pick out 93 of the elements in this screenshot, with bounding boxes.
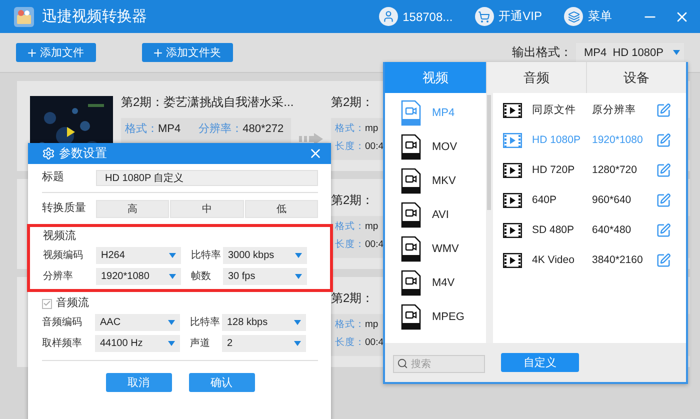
file-info: 长度：00:4 [335,239,384,251]
plus-icon [152,46,164,58]
quality-option[interactable]: 高 [96,200,170,218]
film-icon [503,102,522,118]
file-info: 长度：00:4 [335,337,384,349]
search-icon [397,358,408,368]
quality-option[interactable]: 低 [244,200,318,218]
plus-icon [26,46,38,58]
edit-icon[interactable] [656,162,671,178]
dropdown-arrow-icon [169,274,176,279]
title-field[interactable]: HD 1080P 自定义 [96,170,318,186]
dropdown-arrow-icon [294,320,301,325]
field-label: 帧数 [190,270,212,282]
dropdown-arrow-icon [168,320,175,325]
field-label: 分辨率 [43,270,74,282]
film-icon [503,132,522,148]
field-label: 声道 [189,338,211,350]
field-label: 取样频率 [42,338,83,350]
edit-icon[interactable] [656,252,671,268]
film-icon [503,162,522,178]
add-button[interactable]: 添加文件夹 [142,43,233,62]
video-file-icon [401,202,421,228]
add-button[interactable]: 添加文件 [16,43,96,62]
close-icon[interactable] [308,146,323,161]
video-file-icon [401,236,421,262]
edit-icon[interactable] [656,102,671,118]
file-info: 格式：MP4 [125,123,181,137]
dropdown-field[interactable]: H264 [96,247,181,264]
dialog-title: 参数设置 [59,145,108,162]
dropdown-arrow-icon [169,253,176,258]
edit-icon[interactable] [656,222,671,238]
file-info: 格式：mp [335,319,380,332]
dropdown-field[interactable]: 30 fps [223,268,307,285]
section-heading: 视频流 [43,230,76,244]
dropdown-arrow-icon [294,341,301,346]
app-logo-icon [14,6,34,26]
convert-arrow-icon [299,133,325,145]
video-file-icon [401,168,421,194]
file-info: 格式：mp [335,123,380,136]
field-label: 比特率 [189,316,221,328]
file-info: 格式：mp [335,221,380,234]
dropdown-arrow-icon [168,341,175,346]
output-title: 第2期： [331,290,374,306]
file-info: 分辨率：480*272 [198,123,284,137]
format-item[interactable]: M4V [385,266,486,300]
film-icon [503,192,522,208]
dropdown-field[interactable]: 1920*1080 [96,268,181,285]
output-format-label: 输出格式： [512,44,572,61]
preset-row[interactable]: 同原文件 原分辨率 [503,95,686,125]
preset-row[interactable]: SD 480P 640*480 [503,215,686,245]
video-file-icon [401,304,421,330]
user-icon [378,7,398,26]
format-item[interactable]: WMV [385,232,486,266]
video-file-icon [401,270,421,296]
film-icon [503,222,522,238]
format-item[interactable]: MOV [385,130,486,164]
file-info: 长度：00:4 [335,141,384,153]
preset-row[interactable]: 4K Video 3840*2160 [503,245,686,275]
quality-option[interactable]: 中 [170,200,244,218]
cart-icon [474,7,494,26]
field-label: 视频编码 [43,250,84,262]
section-heading: 音频流 [56,296,89,310]
field-label: 标题 [42,171,65,185]
video-file-icon [401,100,421,126]
format-item[interactable]: MPEG [385,300,486,334]
format-tab[interactable]: 音频 [486,62,586,93]
output-title: 第2期： [331,192,374,208]
field-label: 转换质量 [42,202,87,216]
edit-icon[interactable] [656,192,671,208]
output-title: 第2期： [331,94,374,110]
edit-icon[interactable] [656,132,671,148]
film-icon [503,252,522,268]
output-format-select[interactable]: MP4 HD 1080P [576,43,684,62]
field-label: 比特率 [190,250,222,262]
dropdown-arrow-icon [673,50,680,55]
preset-row[interactable]: 640P 960*640 [503,185,686,215]
menu-button[interactable]: 菜单 [564,7,612,26]
settings-icon [42,147,55,160]
dropdown-arrow-icon [295,253,302,258]
format-item[interactable]: AVI [385,198,486,232]
search-field[interactable]: 搜索 [393,355,485,373]
video-file-icon [401,134,421,160]
vip-button[interactable]: 开通VIP [474,7,542,26]
file-title: 第2期：娄艺潇挑战自我潜水采... [121,94,294,110]
layers-icon [564,7,583,26]
dropdown-field[interactable]: 3000 kbps [223,247,307,264]
app-title: 迅捷视频转换器 [42,7,148,26]
format-tab[interactable]: 设备 [586,62,686,93]
format-item[interactable]: MKV [385,164,486,198]
dropdown-arrow-icon [295,274,302,279]
preset-row[interactable]: HD 720P 1280*720 [503,155,686,185]
account-button[interactable]: 158708... [378,7,453,26]
field-label: 音频编码 [42,316,83,328]
